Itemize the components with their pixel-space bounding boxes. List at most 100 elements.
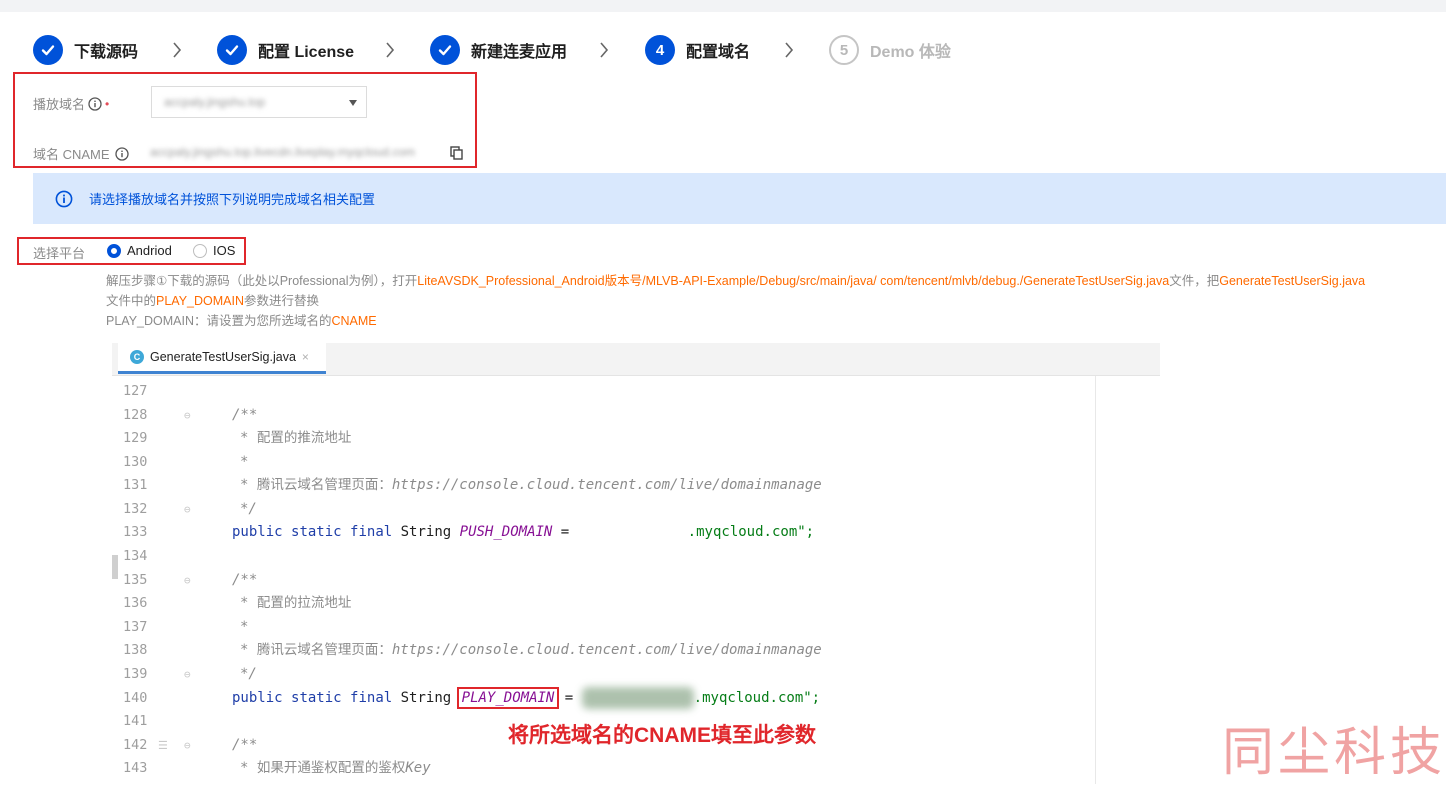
cname-label-text: 域名 CNAME bbox=[33, 147, 110, 162]
code-line: 139 ⊖ */ bbox=[112, 663, 1160, 687]
code-line: 133 public static final String PUSH_DOMA… bbox=[112, 521, 1160, 545]
redacted-domain bbox=[578, 523, 688, 541]
code-line: 132 ⊖ */ bbox=[112, 498, 1160, 522]
radio-label: IOS bbox=[213, 243, 236, 258]
instruction-text: 参数进行替换 bbox=[244, 294, 320, 308]
step-configure-license[interactable]: 配置 License bbox=[217, 34, 354, 66]
code-comment: 腾讯云域名管理页面： bbox=[256, 477, 392, 493]
code-comment: Key bbox=[405, 760, 431, 776]
step-number: 5 bbox=[829, 35, 859, 65]
chevron-right-icon bbox=[785, 42, 794, 58]
step-label: 配置域名 bbox=[686, 44, 751, 61]
step-label: Demo 体验 bbox=[870, 44, 951, 61]
close-icon[interactable]: × bbox=[302, 350, 309, 364]
step-label: 新建连麦应用 bbox=[471, 44, 568, 61]
code-line: 140 public static final String PLAY_DOMA… bbox=[112, 687, 1160, 711]
code-keyword: final bbox=[350, 690, 393, 706]
step-create-app[interactable]: 新建连麦应用 bbox=[430, 34, 567, 66]
code-comment-url: https://console.cloud.tencent.com/live/d… bbox=[391, 642, 822, 658]
code-operator: = bbox=[564, 690, 574, 706]
code-keyword: static bbox=[291, 524, 342, 540]
code-type: String bbox=[400, 690, 452, 706]
line-number: 132 bbox=[123, 501, 148, 517]
line-number: 143 bbox=[123, 760, 148, 776]
info-icon[interactable] bbox=[88, 96, 102, 111]
annotation-text: 将所选域名的CNAME填至此参数 bbox=[508, 724, 816, 747]
code-comment: /** bbox=[232, 407, 258, 423]
code-comment: * bbox=[240, 619, 249, 635]
watermark-logo: 同尘科技 bbox=[1222, 723, 1446, 783]
code-line: 135 ⊖ /** bbox=[112, 569, 1160, 593]
push-domain-field: PUSH_DOMAIN bbox=[459, 524, 553, 540]
check-icon bbox=[217, 35, 247, 65]
code-comment-url: https://console.cloud.tencent.com/live/d… bbox=[391, 477, 822, 493]
platform-label: 选择平台 bbox=[33, 246, 86, 261]
line-number: 128 bbox=[123, 407, 148, 423]
top-strip bbox=[0, 0, 1446, 12]
code-line: 130 * bbox=[112, 451, 1160, 475]
code-line: 136 * 配置的拉流地址 bbox=[112, 592, 1160, 616]
step-label: 配置 License bbox=[258, 44, 355, 61]
radio-android[interactable]: Andriod bbox=[107, 243, 172, 258]
play-domain-select[interactable]: accpaly.jingshu.top bbox=[151, 86, 367, 118]
code-string: .myqcloud.com"; bbox=[687, 524, 815, 540]
play-domain-label: 播放域名 • bbox=[33, 94, 109, 113]
code-string: .myqcloud.com"; bbox=[693, 690, 821, 706]
code-line: 129 * 配置的推流地址 bbox=[112, 427, 1160, 451]
code-comment: */ bbox=[240, 666, 257, 682]
code-keyword: public bbox=[232, 690, 283, 706]
required-mark: • bbox=[105, 96, 110, 111]
code-line: 131 * 腾讯云域名管理页面：https://console.cloud.te… bbox=[112, 474, 1160, 498]
fold-icon[interactable]: ⊖ bbox=[184, 663, 191, 687]
instruction-text: 解压步骤①下载的源码（此处以Professional为例），打开 bbox=[106, 274, 418, 288]
instruction-line-3: PLAY_DOMAIN：请设置为您所选域名的CNAME bbox=[106, 310, 377, 329]
code-comment: 配置的推流地址 bbox=[256, 430, 352, 446]
editor-tab[interactable]: C GenerateTestUserSig.java × bbox=[118, 343, 326, 374]
code-operator: = bbox=[560, 524, 570, 540]
fold-icon[interactable]: ⊖ bbox=[184, 734, 191, 758]
code-line: 134 bbox=[112, 545, 1160, 569]
radio-ios[interactable]: IOS bbox=[193, 243, 235, 258]
chevron-down-icon bbox=[349, 100, 357, 106]
info-icon[interactable] bbox=[114, 146, 129, 161]
radio-label: Andriod bbox=[127, 243, 172, 258]
editor-tab-bar: C GenerateTestUserSig.java × bbox=[112, 343, 1160, 376]
tab-filename: GenerateTestUserSig.java bbox=[150, 350, 296, 364]
code-keyword: public bbox=[232, 524, 283, 540]
line-number: 134 bbox=[123, 548, 148, 564]
play-domain-label-text: 播放域名 bbox=[33, 97, 86, 112]
step-demo[interactable]: 5 Demo 体验 bbox=[829, 34, 951, 66]
file-name: GenerateTestUserSig.java bbox=[1219, 274, 1366, 288]
play-domain-field: PLAY_DOMAIN bbox=[456, 687, 560, 709]
line-number: 133 bbox=[123, 524, 148, 540]
line-number: 129 bbox=[123, 430, 148, 446]
code-comment: /** bbox=[232, 572, 258, 588]
info-circle-icon bbox=[55, 190, 73, 207]
code-line: 127 bbox=[112, 380, 1160, 404]
fold-icon[interactable]: ⊖ bbox=[184, 404, 191, 428]
code-comment: /** bbox=[232, 737, 258, 753]
instruction-text: 文件，把 bbox=[1169, 274, 1220, 288]
line-number: 131 bbox=[123, 477, 148, 493]
fold-icon[interactable]: ⊖ bbox=[184, 569, 191, 593]
code-comment: */ bbox=[240, 501, 257, 517]
step-configure-domain[interactable]: 4 配置域名 bbox=[645, 34, 750, 66]
java-class-icon: C bbox=[130, 350, 144, 364]
chevron-right-icon bbox=[600, 42, 609, 58]
code-line: 128 ⊖ /** bbox=[112, 404, 1160, 428]
cname-label: 域名 CNAME bbox=[33, 144, 129, 163]
code-comment: 如果开通鉴权配置的鉴权 bbox=[256, 760, 406, 776]
line-number: 135 bbox=[123, 572, 148, 588]
code-line: 143 * 如果开通鉴权配置的鉴权Key bbox=[112, 757, 1160, 781]
fold-icon[interactable]: ⊖ bbox=[184, 498, 191, 522]
line-number: 127 bbox=[123, 383, 148, 399]
redacted-domain bbox=[581, 687, 694, 709]
chevron-right-icon bbox=[173, 42, 182, 58]
code-comment: * bbox=[240, 595, 249, 611]
copy-icon[interactable] bbox=[450, 146, 463, 160]
line-number: 137 bbox=[123, 619, 148, 635]
line-number: 139 bbox=[123, 666, 148, 682]
step-download-source[interactable]: 下载源码 bbox=[33, 34, 138, 66]
line-number: 141 bbox=[123, 713, 148, 729]
code-screenshot: C GenerateTestUserSig.java × 127 128 ⊖ /… bbox=[112, 343, 1160, 784]
